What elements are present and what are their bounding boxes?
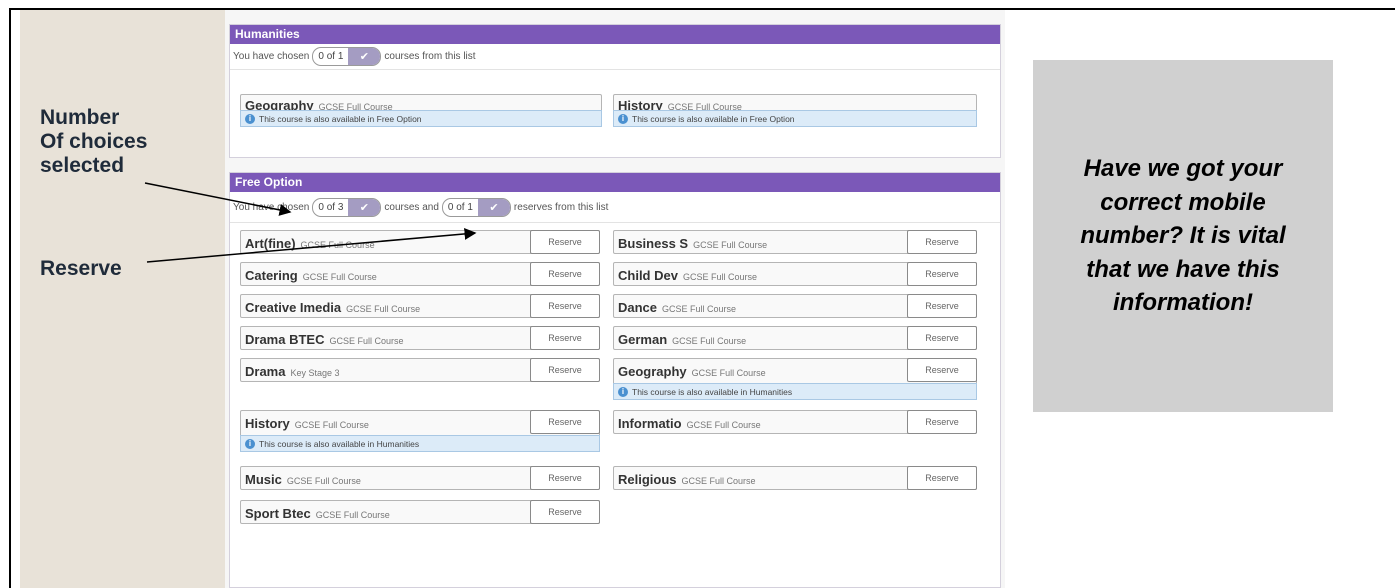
arrow-to-choices-count [144, 182, 292, 216]
arrow-to-reserve-count [146, 227, 477, 263]
callout-text: Have we got your correct mobile number? … [1080, 155, 1286, 317]
mobile-number-callout: Have we got your correct mobile number? … [1033, 60, 1333, 412]
